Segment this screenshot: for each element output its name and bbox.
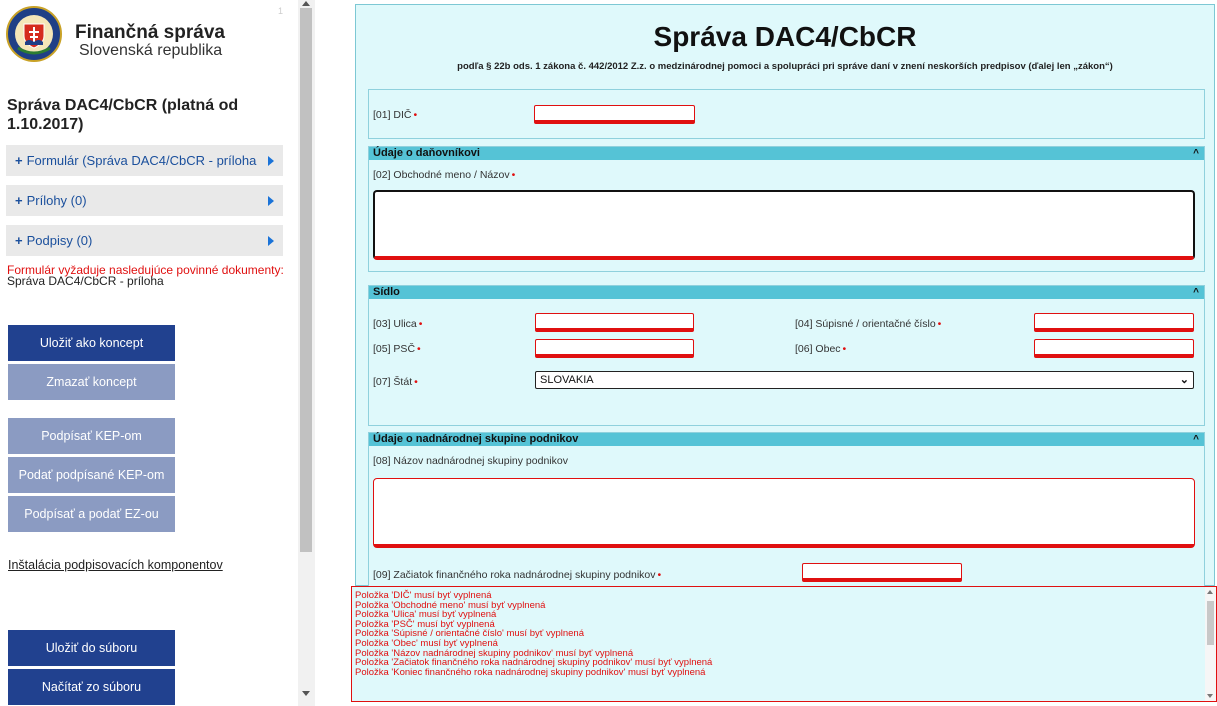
field-07-label: [07] Štát • [373,376,418,388]
country-select[interactable]: SLOVAKIA ⌄ [535,371,1194,389]
accordion-form-label: Formulár (Správa DAC4/CbCR - príloha [26,153,257,168]
accordion-signatures-label: Podpisy (0) [26,233,93,248]
required-documents-warning: Formulár vyžaduje nasledujúce povinné do… [7,264,287,288]
section-dic: [01] DIČ • [368,89,1205,139]
field-01-label: [01] DIČ • [373,109,418,121]
country-select-value: SLOVAKIA [540,374,594,386]
form-area: Správa DAC4/CbCR podľa § 22b ods. 1 záko… [347,0,1217,706]
brand-title: Finančná správa [75,22,225,43]
errors-scrollbar[interactable] [1205,587,1216,701]
plus-icon: + [15,193,23,208]
section-group-header[interactable]: Údaje o nadnárodnej skupine podnikov ^ [369,433,1204,446]
city-input[interactable] [1034,339,1194,358]
collapse-icon[interactable]: ^ [1193,147,1199,161]
warning-item: Správa DAC4/CbCR - príloha [7,274,164,288]
error-list: Položka 'DIČ' musí byť vyplnená Položka '… [355,591,712,677]
save-to-file-button[interactable]: Uložiť do súboru [8,630,175,666]
triangle-right-icon [268,236,274,246]
accordion-form[interactable]: + Formulár (Správa DAC4/CbCR - príloha [6,145,283,176]
field-05-label: [05] PSČ • [373,343,421,355]
triangle-right-icon [268,196,274,206]
scroll-up-icon[interactable] [302,1,310,6]
scrollbar-thumb[interactable] [300,8,312,552]
brand-subtitle: Slovenská republika [79,42,223,59]
delete-concept-button[interactable]: Zmazať koncept [8,364,175,400]
install-components-link[interactable]: Inštalácia podpisovacích komponentov [8,558,223,572]
plus-icon: + [15,153,23,168]
field-06-label: [06] Obec • [795,343,847,355]
accordion-attachments[interactable]: + Prílohy (0) [6,185,283,216]
field-08-label: [08] Názov nadnárodnej skupiny podnikov [373,455,568,467]
collapse-icon[interactable]: ^ [1193,433,1199,447]
business-name-textarea[interactable] [373,190,1195,260]
group-name-textarea[interactable] [373,478,1195,548]
section-multinational-group: Údaje o nadnárodnej skupine podnikov ^ [0… [368,432,1205,587]
form-title: Správa DAC4/CbCR (platná od 1.10.2017) [7,97,239,133]
financna-sprava-logo [6,6,62,62]
field-04-label: [04] Súpisné / orientačné číslo • [795,318,942,330]
field-02-label: [02] Obchodné meno / Názov • [373,169,516,181]
page-number: 1 [278,6,284,16]
sidebar-scrollbar[interactable] [298,0,315,706]
field-09-label: [09] Začiatok finančného roka nadnárodne… [373,569,662,581]
triangle-right-icon [268,156,274,166]
error-message: Položka 'Koniec finančného roka nadnárod… [355,666,706,678]
load-from-file-button[interactable]: Načítať zo súboru [8,669,175,705]
scroll-up-icon[interactable] [1207,590,1213,594]
section-taxpayer-header[interactable]: Údaje o daňovníkovi ^ [369,147,1204,160]
plus-icon: + [15,233,23,248]
house-number-input[interactable] [1034,313,1194,332]
sign-kep-button[interactable]: Podpísať KEP-om [8,418,175,454]
scroll-down-icon[interactable] [302,691,310,696]
section-seat: Sídlo ^ [03] Ulica • [04] Súpisné / orient… [368,285,1205,426]
scrollbar-thumb[interactable] [1207,601,1214,645]
form-document: Správa DAC4/CbCR podľa § 22b ods. 1 záko… [355,4,1215,587]
chevron-down-icon: ⌄ [1179,374,1189,386]
fiscal-year-start-input[interactable] [802,563,962,582]
collapse-icon[interactable]: ^ [1193,286,1199,300]
sign-submit-ez-button[interactable]: Podpísať a podať EZ-ou [8,496,175,532]
section-taxpayer: Údaje o daňovníkovi ^ [02] Obchodné meno … [368,146,1205,272]
field-03-label: [03] Ulica • [373,318,423,330]
document-subtitle: podľa § 22b ods. 1 zákona č. 442/2012 Z.… [457,61,1113,72]
accordion-attachments-label: Prílohy (0) [26,193,87,208]
postal-code-input[interactable] [535,339,694,358]
sidebar: Finančná správa Slovenská republika 1 Sp… [0,0,298,706]
save-concept-button[interactable]: Uložiť ako koncept [8,325,175,361]
section-seat-header[interactable]: Sídlo ^ [369,286,1204,299]
scroll-down-icon[interactable] [1207,694,1213,698]
validation-errors: Položka 'DIČ' musí byť vyplnená Položka '… [351,586,1217,702]
document-title: Správa DAC4/CbCR [653,21,917,52]
submit-kep-button[interactable]: Podať podpísané KEP-om [8,457,175,493]
accordion-signatures[interactable]: + Podpisy (0) [6,225,283,256]
street-input[interactable] [535,313,694,332]
dic-input[interactable] [534,105,695,124]
